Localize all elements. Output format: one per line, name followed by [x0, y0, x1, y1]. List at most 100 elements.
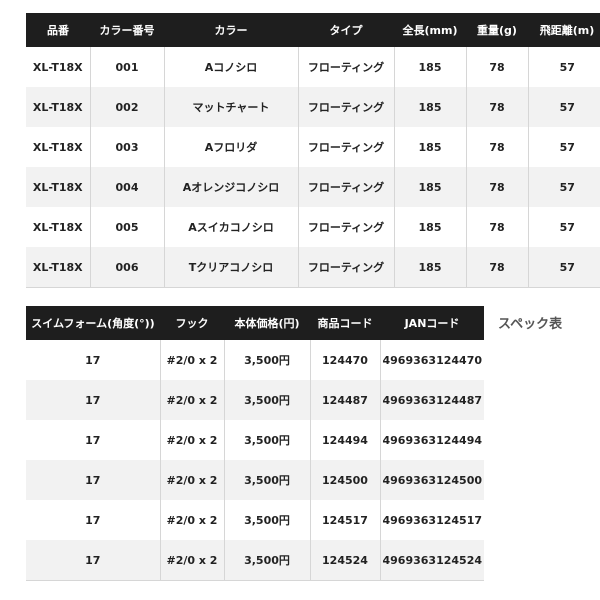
cell-type: フローティング [297, 47, 394, 87]
cell-color: Aコノシロ [163, 47, 298, 87]
cell-length: 185 [393, 207, 466, 247]
cell-hook: #2/0 x 2 [159, 540, 224, 581]
table-header-row: スイムフォーム(角度(°)) フック 本体価格(円) 商品コード JANコード [26, 306, 484, 340]
table-row: 17 #2/0 x 2 3,500円 124487 4969363124487 [26, 380, 484, 420]
cell-length: 185 [393, 247, 466, 288]
cell-type: フローティング [297, 207, 394, 247]
cell-product-code: 124470 [309, 340, 380, 380]
table-row: 17 #2/0 x 2 3,500円 124500 4969363124500 [26, 460, 484, 500]
cell-swim-form: 17 [26, 340, 160, 380]
cell-price: 3,500円 [223, 500, 310, 540]
cell-length: 185 [393, 87, 466, 127]
column-header-part-number: 品番 [26, 13, 90, 47]
cell-distance: 57 [527, 87, 600, 127]
cell-jan-code: 4969363124494 [379, 420, 484, 460]
cell-color: Aフロリダ [163, 127, 298, 167]
cell-color-number: 005 [89, 207, 164, 247]
cell-type: フローティング [297, 247, 394, 288]
cell-color-number: 003 [89, 127, 164, 167]
column-header-length: 全長(mm) [394, 13, 466, 47]
cell-swim-form: 17 [26, 540, 160, 581]
cell-weight: 78 [465, 87, 528, 127]
spec-table-caption: スペック表 [498, 317, 563, 332]
column-header-swim-form: スイムフォーム(角度(°)) [26, 306, 160, 340]
table-row: XL-T18X 004 Aオレンジコノシロ フローティング 185 78 57 [26, 167, 600, 207]
cell-hook: #2/0 x 2 [159, 420, 224, 460]
column-header-jan-code: JANコード [380, 306, 484, 340]
cell-color: Tクリアコノシロ [163, 247, 298, 288]
cell-weight: 78 [465, 247, 528, 288]
table-row: 17 #2/0 x 2 3,500円 124494 4969363124494 [26, 420, 484, 460]
cell-color-number: 004 [89, 167, 164, 207]
cell-distance: 57 [527, 47, 600, 87]
cell-type: フローティング [297, 167, 394, 207]
cell-product-code: 124524 [309, 540, 380, 581]
table-row: XL-T18X 006 Tクリアコノシロ フローティング 185 78 57 [26, 247, 600, 288]
column-header-type: タイプ [298, 13, 394, 47]
column-header-price: 本体価格(円) [224, 306, 310, 340]
cell-weight: 78 [465, 167, 528, 207]
table-row: XL-T18X 005 Aスイカコノシロ フローティング 185 78 57 [26, 207, 600, 247]
cell-part-number: XL-T18X [26, 167, 90, 207]
cell-price: 3,500円 [223, 420, 310, 460]
cell-part-number: XL-T18X [26, 87, 90, 127]
column-header-weight: 重量(g) [466, 13, 528, 47]
column-header-color: カラー [164, 13, 298, 47]
cell-weight: 78 [465, 47, 528, 87]
cell-color-number: 006 [89, 247, 164, 288]
cell-part-number: XL-T18X [26, 127, 90, 167]
cell-jan-code: 4969363124524 [379, 540, 484, 581]
cell-hook: #2/0 x 2 [159, 380, 224, 420]
cell-part-number: XL-T18X [26, 47, 90, 87]
cell-distance: 57 [527, 167, 600, 207]
cell-jan-code: 4969363124517 [379, 500, 484, 540]
column-header-color-number: カラー番号 [90, 13, 164, 47]
table-row: XL-T18X 002 マットチャート フローティング 185 78 57 [26, 87, 600, 127]
cell-jan-code: 4969363124487 [379, 380, 484, 420]
cell-length: 185 [393, 127, 466, 167]
cell-type: フローティング [297, 87, 394, 127]
cell-weight: 78 [465, 127, 528, 167]
cell-hook: #2/0 x 2 [159, 500, 224, 540]
table-row: 17 #2/0 x 2 3,500円 124470 4969363124470 [26, 340, 484, 380]
cell-jan-code: 4969363124500 [379, 460, 484, 500]
table-row: XL-T18X 001 Aコノシロ フローティング 185 78 57 [26, 47, 600, 87]
column-header-product-code: 商品コード [310, 306, 380, 340]
cell-jan-code: 4969363124470 [379, 340, 484, 380]
column-header-hook: フック [160, 306, 224, 340]
cell-price: 3,500円 [223, 460, 310, 500]
cell-part-number: XL-T18X [26, 247, 90, 288]
cell-length: 185 [393, 47, 466, 87]
table-header-row: 品番 カラー番号 カラー タイプ 全長(mm) 重量(g) 飛距離(m) [26, 13, 600, 47]
cell-price: 3,500円 [223, 340, 310, 380]
cell-hook: #2/0 x 2 [159, 460, 224, 500]
table-row: XL-T18X 003 Aフロリダ フローティング 185 78 57 [26, 127, 600, 167]
table-row: 17 #2/0 x 2 3,500円 124517 4969363124517 [26, 500, 484, 540]
cell-product-code: 124517 [309, 500, 380, 540]
cell-color: マットチャート [163, 87, 298, 127]
cell-price: 3,500円 [223, 380, 310, 420]
cell-product-code: 124487 [309, 380, 380, 420]
cell-product-code: 124500 [309, 460, 380, 500]
cell-color-number: 001 [89, 47, 164, 87]
cell-price: 3,500円 [223, 540, 310, 581]
cell-hook: #2/0 x 2 [159, 340, 224, 380]
cell-swim-form: 17 [26, 500, 160, 540]
cell-swim-form: 17 [26, 380, 160, 420]
cell-type: フローティング [297, 127, 394, 167]
cell-distance: 57 [527, 127, 600, 167]
cell-color-number: 002 [89, 87, 164, 127]
cell-part-number: XL-T18X [26, 207, 90, 247]
spec-table-2: スイムフォーム(角度(°)) フック 本体価格(円) 商品コード JANコード … [26, 306, 484, 581]
cell-length: 185 [393, 167, 466, 207]
cell-swim-form: 17 [26, 460, 160, 500]
cell-weight: 78 [465, 207, 528, 247]
cell-swim-form: 17 [26, 420, 160, 460]
column-header-distance: 飛距離(m) [528, 13, 600, 47]
cell-distance: 57 [527, 247, 600, 288]
table-row: 17 #2/0 x 2 3,500円 124524 4969363124524 [26, 540, 484, 581]
cell-color: Aスイカコノシロ [163, 207, 298, 247]
cell-color: Aオレンジコノシロ [163, 167, 298, 207]
cell-product-code: 124494 [309, 420, 380, 460]
cell-distance: 57 [527, 207, 600, 247]
